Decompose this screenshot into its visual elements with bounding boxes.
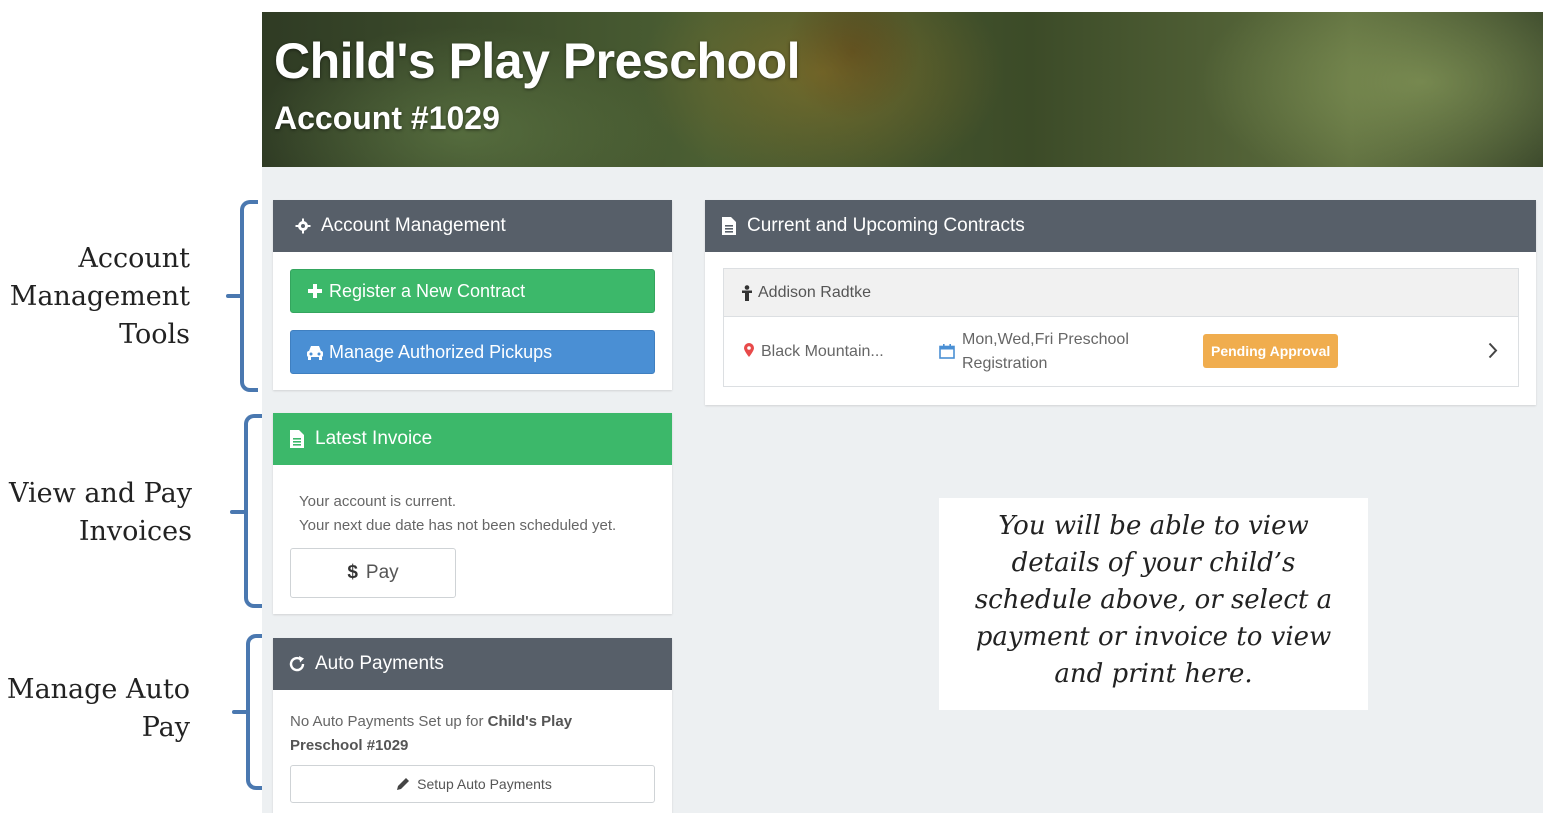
latest-invoice-title: Latest Invoice — [315, 428, 433, 449]
auto-payments-title: Auto Payments — [315, 653, 444, 674]
note-line: schedule above, or select a — [974, 585, 1333, 615]
header-banner: Child's Play Preschool Account #1029 — [262, 12, 1543, 167]
contract-schedule-line2: Registration — [962, 355, 1048, 372]
bracket-tick — [226, 294, 242, 298]
contract-row[interactable]: Black Mountain... Mon,Wed,Fri Preschool … — [724, 317, 1518, 386]
pay-label: Pay — [365, 562, 399, 583]
auto-pay-message: No Auto Payments Set up for Child's Play… — [290, 710, 572, 758]
calendar-icon — [939, 344, 955, 364]
auto-pay-message-prefix: No Auto Payments Set up for — [290, 713, 488, 730]
auto-payments-panel: Auto Payments No Auto Payments Set up fo… — [273, 638, 672, 813]
info-note: You will be able to view details of your… — [939, 498, 1368, 710]
contracts-title: Current and Upcoming Contracts — [747, 215, 1025, 236]
annotation-line: Invoices — [78, 516, 192, 547]
note-line: and print here. — [1054, 659, 1253, 689]
latest-invoice-header: Latest Invoice — [273, 413, 672, 465]
annotation-line: Tools — [119, 319, 190, 350]
contract-location: Black Mountain... — [761, 343, 884, 360]
dollar-icon: $ — [347, 562, 358, 583]
bracket-invoices — [244, 414, 262, 608]
bracket-tick — [230, 510, 246, 514]
car-icon — [305, 342, 325, 362]
register-contract-label: Register a New Contract — [329, 280, 526, 301]
auto-pay-account-number: Preschool #1029 — [290, 737, 409, 754]
contract-card: Addison Radtke Black Mountain... Mon,Wed… — [723, 268, 1519, 387]
setup-auto-payments-label: Setup Auto Payments — [417, 776, 552, 792]
setup-auto-payments-button[interactable]: Setup Auto Payments — [290, 765, 655, 803]
child-row: Addison Radtke — [724, 269, 1518, 317]
account-status-text: Your account is current. — [299, 493, 457, 510]
chevron-right-icon[interactable] — [1488, 342, 1498, 364]
pencil-icon — [393, 774, 413, 794]
manage-pickups-label: Manage Authorized Pickups — [329, 341, 553, 362]
gear-icon — [293, 216, 313, 236]
status-badge: Pending Approval — [1203, 334, 1339, 368]
main-content: Account Management Register a New Contra… — [262, 167, 1543, 813]
account-management-title: Account Management — [321, 215, 506, 236]
school-name: Child's Play Preschool — [274, 33, 801, 89]
person-icon — [742, 284, 752, 301]
pay-button[interactable]: $ Pay — [290, 548, 456, 598]
contracts-panel: Current and Upcoming Contracts Addison R… — [705, 200, 1536, 405]
bracket-tick — [232, 710, 248, 714]
document-icon — [719, 216, 739, 236]
note-line: details of your child’s — [1011, 548, 1296, 578]
plus-icon — [305, 281, 325, 301]
latest-invoice-panel: Latest Invoice Your account is current. … — [273, 413, 672, 614]
auto-pay-account-name: Child's Play — [487, 713, 573, 730]
account-management-header: Account Management — [273, 200, 672, 252]
map-marker-icon — [744, 343, 754, 362]
note-line: payment or invoice to view — [975, 622, 1332, 652]
auto-payments-header: Auto Payments — [273, 638, 672, 690]
note-line: You will be able to view — [998, 511, 1309, 541]
annotation-account-management-tools: Account Management Tools — [10, 240, 190, 354]
child-name: Addison Radtke — [758, 283, 871, 301]
due-date-text: Your next due date has not been schedule… — [299, 517, 617, 534]
manage-pickups-button[interactable]: Manage Authorized Pickups — [290, 330, 655, 374]
contracts-header: Current and Upcoming Contracts — [705, 200, 1536, 252]
annotation-line: Management — [9, 281, 190, 312]
annotation-line: Pay — [141, 712, 190, 743]
document-icon — [287, 429, 307, 449]
annotation-line: View and Pay — [9, 478, 192, 509]
account-management-panel: Account Management Register a New Contra… — [273, 200, 672, 390]
refresh-icon — [287, 654, 307, 674]
annotation-manage-auto-pay: Manage Auto Pay — [7, 671, 190, 747]
annotation-view-pay-invoices: View and Pay Invoices — [9, 475, 192, 551]
account-number: Account #1029 — [274, 100, 500, 136]
annotation-line: Manage Auto — [6, 674, 190, 705]
bracket-account-management — [240, 200, 258, 392]
contract-schedule-line1: Mon,Wed,Fri Preschool — [962, 331, 1129, 348]
register-contract-button[interactable]: Register a New Contract — [290, 269, 655, 313]
annotation-line: Account — [78, 243, 190, 274]
